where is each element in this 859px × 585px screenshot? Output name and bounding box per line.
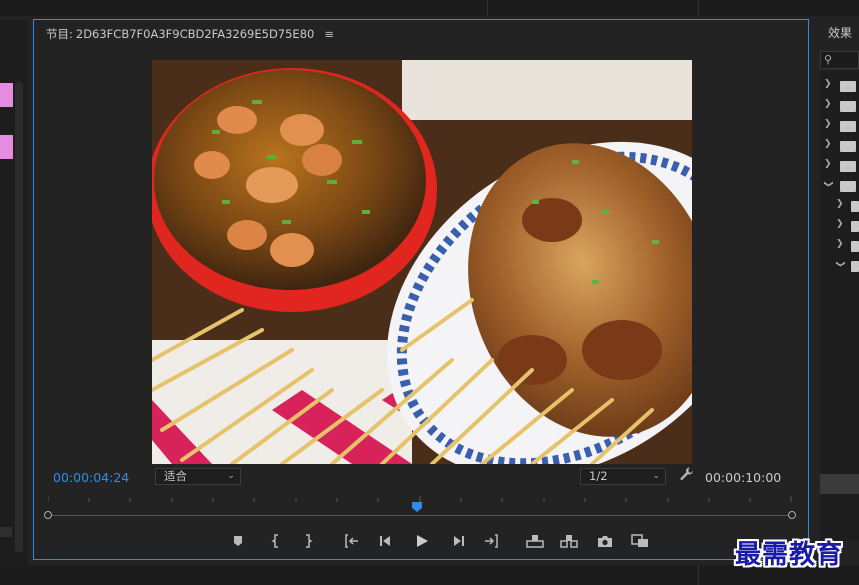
folder-icon <box>851 221 859 232</box>
effects-panel: 效果 ⚲ ❯ ❯ ❯ ❯ ❯ ❯ ❯ ❯ ❯ ❯ <box>816 20 859 565</box>
effects-scrollbar[interactable] <box>820 474 859 494</box>
folder-icon <box>851 201 859 212</box>
chevron-right-icon[interactable]: ❯ <box>836 239 844 249</box>
search-icon: ⚲ <box>824 53 833 66</box>
marker-icon[interactable] <box>227 530 249 552</box>
chevron-right-icon[interactable]: ❯ <box>824 119 832 129</box>
effects-subfolder-expanded[interactable]: ❯ <box>820 257 859 275</box>
chevron-right-icon[interactable]: ❯ <box>824 79 832 89</box>
chevron-right-icon[interactable]: ❯ <box>824 139 832 149</box>
sequence-name[interactable]: 2D63FCB7F0A3F9CBD2FA3269E5D75E80 <box>76 27 314 41</box>
folder-icon <box>840 81 856 92</box>
extract-icon[interactable] <box>558 530 580 552</box>
chevron-right-icon[interactable]: ❯ <box>824 99 832 109</box>
duration-timecode: 00:00:10:00 <box>705 470 782 485</box>
go-to-in-icon[interactable] <box>341 530 363 552</box>
track-label-clip[interactable] <box>0 83 13 107</box>
effects-folder[interactable]: ❯ <box>820 157 859 175</box>
hamburger-menu-icon[interactable]: ≡ <box>324 27 334 41</box>
effects-subfolder[interactable]: ❯ <box>820 197 859 215</box>
effects-folder[interactable]: ❯ <box>820 77 859 95</box>
top-panel-strip <box>0 0 859 16</box>
mark-out-icon[interactable] <box>297 530 319 552</box>
program-monitor: 节目: 2D63FCB7F0A3F9CBD2FA3269E5D75E80 ≡ 0… <box>33 19 809 560</box>
lift-icon[interactable] <box>524 530 546 552</box>
effects-panel-title[interactable]: 效果 <box>828 24 852 41</box>
current-timecode[interactable]: 00:00:04:24 <box>53 470 129 485</box>
wrench-icon[interactable] <box>679 466 695 482</box>
chevron-down-icon[interactable]: ❯ <box>835 260 845 268</box>
folder-icon <box>851 241 859 252</box>
transport-controls <box>34 530 810 552</box>
panel-divider <box>698 0 699 16</box>
go-to-out-icon[interactable] <box>480 530 502 552</box>
folder-icon <box>851 261 859 272</box>
left-panel-tab[interactable] <box>0 527 12 537</box>
folder-icon <box>840 101 856 112</box>
playhead[interactable] <box>412 497 422 512</box>
playback-resolution-select[interactable]: 1/2 ⌄ <box>580 468 666 485</box>
zoom-fit-value: 适合 <box>164 469 187 483</box>
effects-search-input[interactable]: ⚲ <box>820 51 859 69</box>
food-photo-image <box>152 60 692 464</box>
play-icon[interactable] <box>411 530 433 552</box>
video-frame[interactable] <box>152 60 692 464</box>
effects-folder-expanded[interactable]: ❯ <box>820 177 859 195</box>
chevron-down-icon: ⌄ <box>652 471 660 481</box>
track-label-clip[interactable] <box>0 135 13 159</box>
zoom-fit-select[interactable]: 适合 ⌄ <box>155 468 241 485</box>
chevron-right-icon[interactable]: ❯ <box>836 219 844 229</box>
effects-tree: ❯ ❯ ❯ ❯ ❯ ❯ ❯ ❯ ❯ ❯ <box>820 71 859 541</box>
zoom-scroll-bar[interactable] <box>44 511 796 519</box>
chevron-down-icon[interactable]: ❯ <box>823 180 833 188</box>
folder-icon <box>840 121 856 132</box>
bottom-panel-strip <box>0 565 859 585</box>
folder-icon <box>840 181 856 192</box>
panel-divider <box>487 0 488 16</box>
effects-subfolder[interactable]: ❯ <box>820 237 859 255</box>
camera-icon[interactable] <box>594 530 616 552</box>
folder-icon <box>840 161 856 172</box>
compare-icon[interactable] <box>629 530 651 552</box>
chevron-down-icon: ⌄ <box>227 471 235 481</box>
zoom-handle-right[interactable] <box>788 511 796 519</box>
watermark: 最需教育 <box>735 540 844 570</box>
chevron-right-icon[interactable]: ❯ <box>824 159 832 169</box>
effects-folder[interactable]: ❯ <box>820 137 859 155</box>
effects-subfolder[interactable]: ❯ <box>820 217 859 235</box>
mark-in-icon[interactable] <box>265 530 287 552</box>
effects-folder[interactable]: ❯ <box>820 117 859 135</box>
effects-folder[interactable]: ❯ <box>820 97 859 115</box>
monitor-title-label: 节目: <box>46 27 73 41</box>
step-back-icon[interactable] <box>375 530 397 552</box>
folder-icon <box>840 141 856 152</box>
left-panel-scrollbar[interactable] <box>15 82 23 552</box>
zoom-handle-left[interactable] <box>44 511 52 519</box>
step-forward-icon[interactable] <box>447 530 469 552</box>
left-panel <box>0 20 28 565</box>
monitor-title: 节目: 2D63FCB7F0A3F9CBD2FA3269E5D75E80 ≡ <box>46 26 334 42</box>
panel-divider <box>698 565 699 585</box>
playback-resolution-value: 1/2 <box>589 469 608 483</box>
chevron-right-icon[interactable]: ❯ <box>836 199 844 209</box>
